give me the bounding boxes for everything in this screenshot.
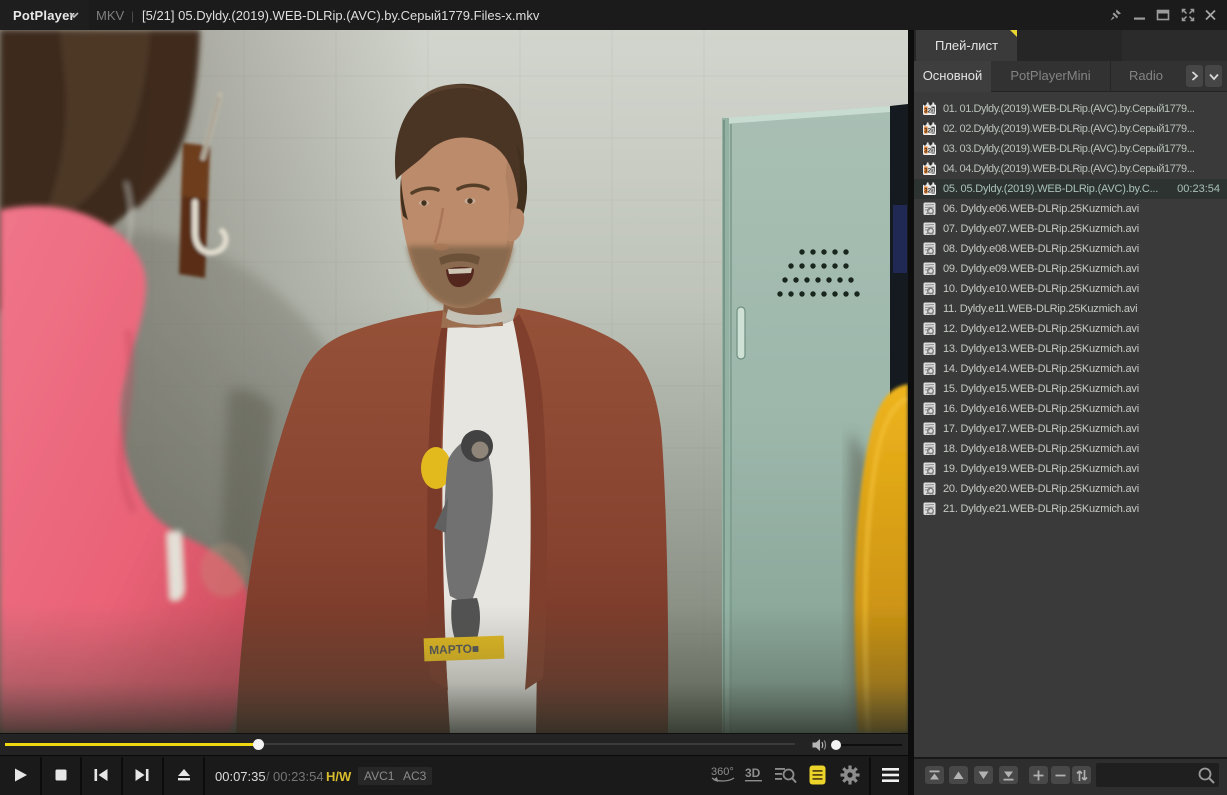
svg-text:3D: 3D (745, 766, 761, 780)
svg-text:360°: 360° (711, 766, 734, 778)
